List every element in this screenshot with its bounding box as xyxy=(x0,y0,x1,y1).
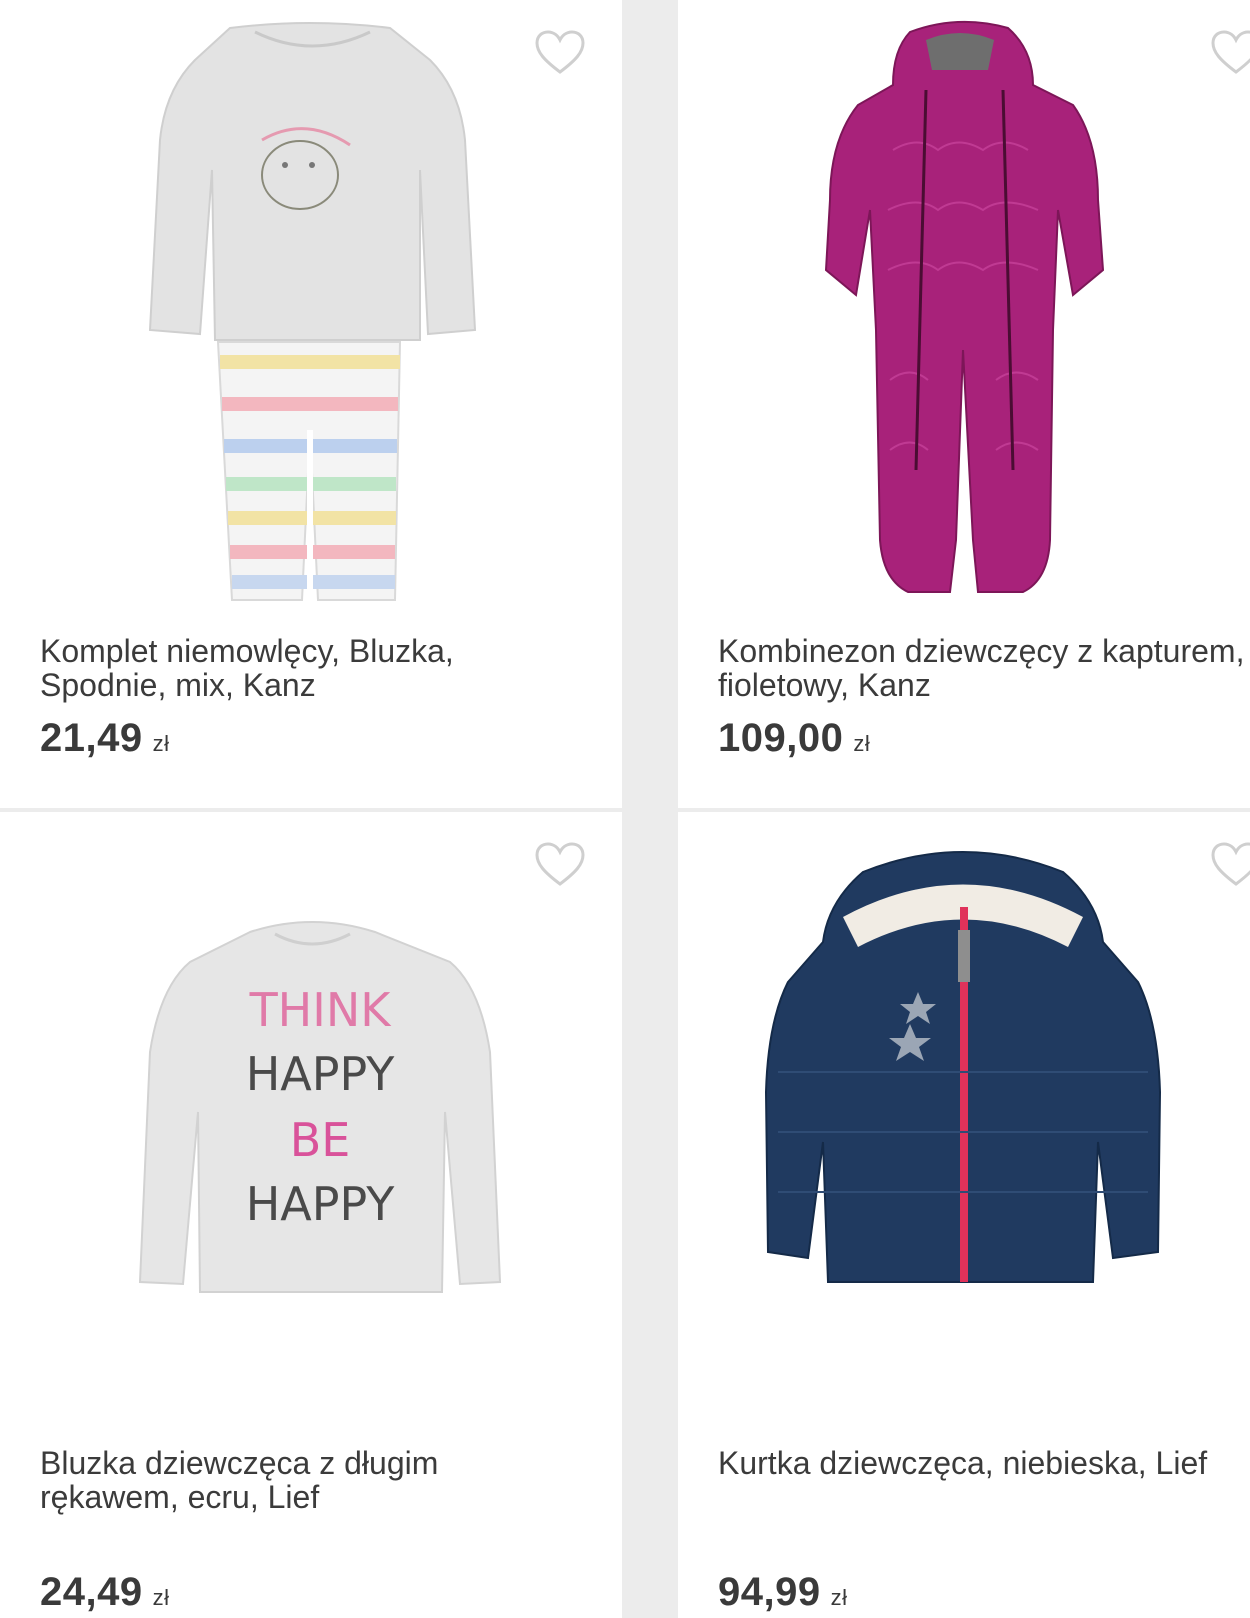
product-title[interactable]: Kurtka dziewczęca, niebieska, Lief xyxy=(718,1446,1248,1480)
product-card[interactable]: Komplet niemowlęcy, Bluzka, Spodnie, mix… xyxy=(0,0,622,808)
product-card[interactable]: Kombinezon dziewczęcy z kapturem, fiolet… xyxy=(678,0,1250,808)
product-price: 24,49 zł xyxy=(40,1570,170,1615)
product-title[interactable]: Bluzka dziewczęca z długim rękawem, ecru… xyxy=(40,1446,560,1514)
product-image-longsleeve[interactable]: THINK HAPPY BE HAPPY xyxy=(0,812,622,1432)
price-currency: zł xyxy=(152,731,170,756)
product-image-baby-set[interactable] xyxy=(0,0,622,620)
price-currency: zł xyxy=(152,1585,170,1610)
product-price: 21,49 zł xyxy=(40,716,170,761)
favorite-heart-icon[interactable] xyxy=(1210,842,1250,888)
favorite-heart-icon[interactable] xyxy=(534,842,586,888)
print-text-think: THINK xyxy=(249,983,393,1037)
product-title[interactable]: Komplet niemowlęcy, Bluzka, Spodnie, mix… xyxy=(40,634,560,702)
print-text-be: BE xyxy=(290,1113,351,1167)
product-card[interactable]: Kurtka dziewczęca, niebieska, Lief 94,99… xyxy=(678,812,1250,1618)
product-title[interactable]: Kombinezon dziewczęcy z kapturem, fiolet… xyxy=(718,634,1248,702)
favorite-heart-icon[interactable] xyxy=(534,30,586,76)
product-image-snowsuit[interactable] xyxy=(678,0,1250,620)
price-currency: zł xyxy=(853,731,871,756)
product-grid: Komplet niemowlęcy, Bluzka, Spodnie, mix… xyxy=(0,0,1250,1618)
product-image-jacket[interactable] xyxy=(678,812,1250,1432)
price-value: 94,99 xyxy=(718,1570,821,1614)
price-currency: zł xyxy=(830,1585,848,1610)
favorite-heart-icon[interactable] xyxy=(1210,30,1250,76)
price-value: 21,49 xyxy=(40,716,143,760)
product-price: 94,99 zł xyxy=(718,1570,848,1615)
product-card[interactable]: THINK HAPPY BE HAPPY Bluzka dziewczęca z… xyxy=(0,812,622,1618)
print-text-happy-2: HAPPY xyxy=(246,1177,396,1231)
price-value: 109,00 xyxy=(718,716,844,760)
product-price: 109,00 zł xyxy=(718,716,870,761)
price-value: 24,49 xyxy=(40,1570,143,1614)
print-text-happy-1: HAPPY xyxy=(246,1047,396,1101)
